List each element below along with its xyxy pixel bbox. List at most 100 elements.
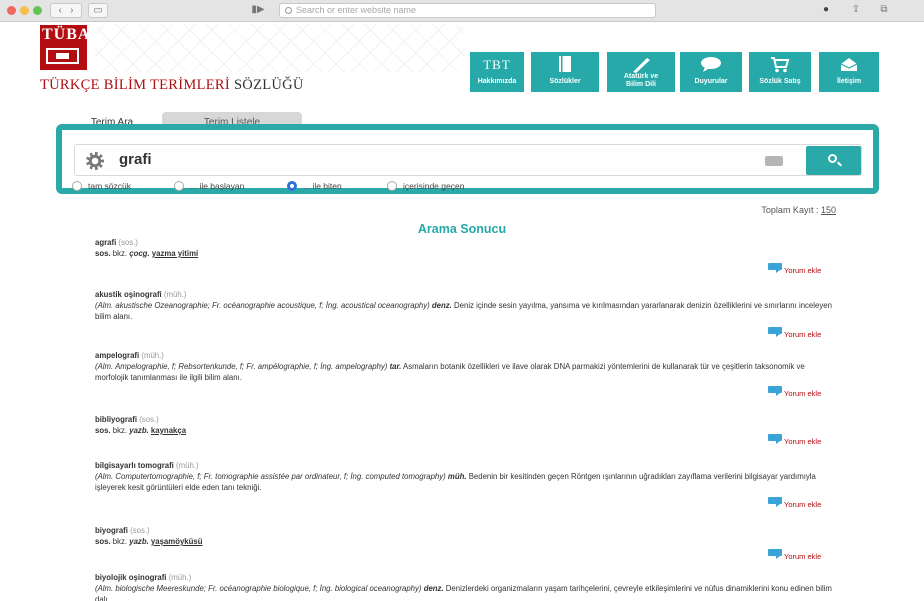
logo-emblem-icon (46, 48, 79, 64)
close-window-icon[interactable] (7, 6, 16, 15)
minimize-window-icon[interactable] (20, 6, 29, 15)
option-icerisinde-gecen[interactable]: içerisinde geçen (387, 180, 464, 192)
chat-icon (680, 56, 742, 73)
tbt-icon: TBT (483, 56, 511, 72)
entry-field-abbr: (müh.) (141, 351, 164, 360)
add-comment-label: Yorum ekle (784, 500, 822, 509)
tabs-overview-icon[interactable]: ⧉ (874, 3, 894, 18)
entry-field-abbr: (sos.) (130, 526, 150, 535)
nav-label: Sözlükler (549, 78, 581, 85)
keyboard-icon[interactable] (765, 156, 783, 166)
result-entry: ampelografi (müh.) (Alm. Ampelographie, f… (95, 350, 837, 383)
search-input[interactable]: grafi (74, 144, 862, 176)
comment-icon (768, 549, 782, 559)
comment-icon (768, 327, 782, 337)
total-label: Toplam Kayıt : (761, 205, 819, 215)
entry-definition: (Alm. Ampelographie, f; Rebsortenkunde, … (95, 362, 805, 382)
search-icon (828, 154, 837, 163)
nav-label: Sözlük Satış (759, 78, 801, 85)
entry-term[interactable]: bibliyografi (95, 415, 137, 424)
comment-icon (768, 434, 782, 444)
result-entry: bibliyografi (sos.) sos. bkz. yazb. kayna… (95, 414, 837, 436)
back-forward-buttons[interactable]: ‹ › (50, 3, 82, 18)
mail-icon (819, 56, 879, 73)
option-tam-sozcuk[interactable]: tam sözcük (72, 180, 131, 192)
radio-icon[interactable] (72, 181, 82, 191)
app-root: ‹ › ▭ ▮▶ Search or enter website name ● … (0, 0, 924, 601)
entry-definition: (Alm. biologische Meereskunde; Fr. océan… (95, 584, 832, 601)
comment-icon (768, 263, 782, 273)
address-placeholder: Search or enter website name (296, 5, 417, 15)
browser-toolbar: ‹ › ▭ ▮▶ Search or enter website name ● … (0, 0, 924, 22)
zoom-window-icon[interactable] (33, 6, 42, 15)
entry-term[interactable]: biyografi (95, 526, 128, 535)
add-comment-button[interactable]: Yorum ekle (768, 386, 821, 403)
entry-term[interactable]: ampelografi (95, 351, 139, 360)
entry-definition: sos. bkz. çocg. yazma yitimi (95, 249, 199, 258)
add-comment-button[interactable]: Yorum ekle (768, 434, 822, 451)
nav-label: Hakkımızda (477, 78, 517, 85)
option-label: ... ile başlayan (190, 181, 245, 191)
option-label: tam sözcük (88, 181, 131, 191)
search-query: grafi (119, 151, 152, 168)
nav-item-sozluk-satis[interactable]: Sözlük Satış (749, 52, 811, 92)
nav-item-duyurular[interactable]: Duyurular (680, 52, 742, 92)
option-ile-baslayan[interactable]: ... ile başlayan (174, 180, 244, 192)
sidebar-icon[interactable]: ▭ (88, 3, 108, 18)
add-comment-label: Yorum ekle (784, 266, 822, 275)
search-panel: grafi tam sözcük ... ile başlayan ... il… (56, 124, 879, 194)
nav-item-sozlukler[interactable]: Sözlükler (531, 52, 599, 92)
add-comment-label: Yorum ekle (784, 552, 822, 561)
site-title-dark: SÖZLÜĞÜ (233, 77, 304, 93)
nav-item-iletisim[interactable]: İletişim (819, 52, 879, 92)
option-label: içerisinde geçen (403, 181, 465, 191)
result-entry: akustik oşinografi (müh.) (Alm. akustisch… (95, 289, 837, 322)
entry-term[interactable]: biyolojik oşinografi (95, 573, 166, 582)
gear-icon (86, 152, 104, 170)
comment-icon (768, 497, 782, 507)
entry-term[interactable]: agrafi (95, 238, 116, 247)
nav-item-ataturk-bilim-dili[interactable]: Atatürk ve Bilim Dili (607, 52, 675, 92)
option-ile-biten[interactable]: ... ile biten (287, 180, 342, 192)
privacy-icon[interactable]: ● (816, 3, 836, 18)
tuba-logo[interactable]: TÜBA (40, 25, 91, 70)
result-entry: biyolojik oşinografi (müh.) (Alm. biologi… (95, 572, 837, 601)
entry-field-abbr: (müh.) (168, 573, 192, 582)
entry-field-abbr: (sos.) (139, 415, 159, 424)
header-pattern (95, 24, 465, 72)
comment-icon (768, 386, 782, 396)
add-comment-button[interactable]: Yorum ekle (768, 549, 822, 566)
total-count-link[interactable]: 150 (821, 205, 836, 215)
entry-field-abbr: (sos.) (118, 238, 138, 247)
add-comment-button[interactable]: Yorum ekle (768, 263, 822, 280)
nav-label: Duyurular (694, 78, 728, 85)
add-comment-button[interactable]: Yorum ekle (768, 327, 822, 344)
add-comment-label: Yorum ekle (784, 330, 822, 339)
cart-icon (749, 56, 811, 73)
search-button[interactable] (806, 146, 861, 175)
address-bar[interactable]: Search or enter website name (279, 3, 656, 18)
entry-term[interactable]: akustik oşinografi (95, 290, 162, 299)
entry-definition: sos. bkz. yazb. yaşamöyküsü (95, 537, 203, 546)
book-icon (531, 56, 599, 73)
logo-text: TÜBA (42, 26, 91, 43)
result-entry: agrafi (sos.) sos. bkz. çocg. yazma yitim… (95, 237, 837, 259)
nav-item-hakkimizda[interactable]: TBT Hakkımızda (470, 52, 524, 92)
reader-icon[interactable]: ▮▶ (248, 3, 268, 18)
result-entry: bilgisayarlı tomografi (müh.) (Alm. Compu… (95, 460, 837, 493)
entry-definition: sos. bkz. yazb. kaynakça (95, 426, 187, 435)
results-title: Arama Sonucu (417, 222, 507, 236)
radio-icon[interactable] (174, 181, 184, 191)
site-title-red: TÜRKÇE BİLİM TERİMLERİ (40, 77, 230, 93)
site-title[interactable]: TÜRKÇE BİLİM TERİMLERİ SÖZLÜĞÜ (40, 77, 304, 94)
add-comment-button[interactable]: Yorum ekle (768, 497, 822, 514)
entry-definition: (Alm. Computertomographie, f; Fr. tomogr… (95, 472, 816, 492)
pen-icon (607, 56, 675, 73)
add-comment-label: Yorum ekle (784, 437, 822, 446)
search-icon (285, 7, 292, 14)
entry-term[interactable]: bilgisayarlı tomografi (95, 461, 174, 470)
share-icon[interactable]: ⇪ (846, 3, 866, 18)
radio-selected-icon[interactable] (287, 181, 297, 191)
nav-label: Atatürk ve Bilim Dili (623, 73, 659, 88)
radio-icon[interactable] (387, 181, 397, 191)
